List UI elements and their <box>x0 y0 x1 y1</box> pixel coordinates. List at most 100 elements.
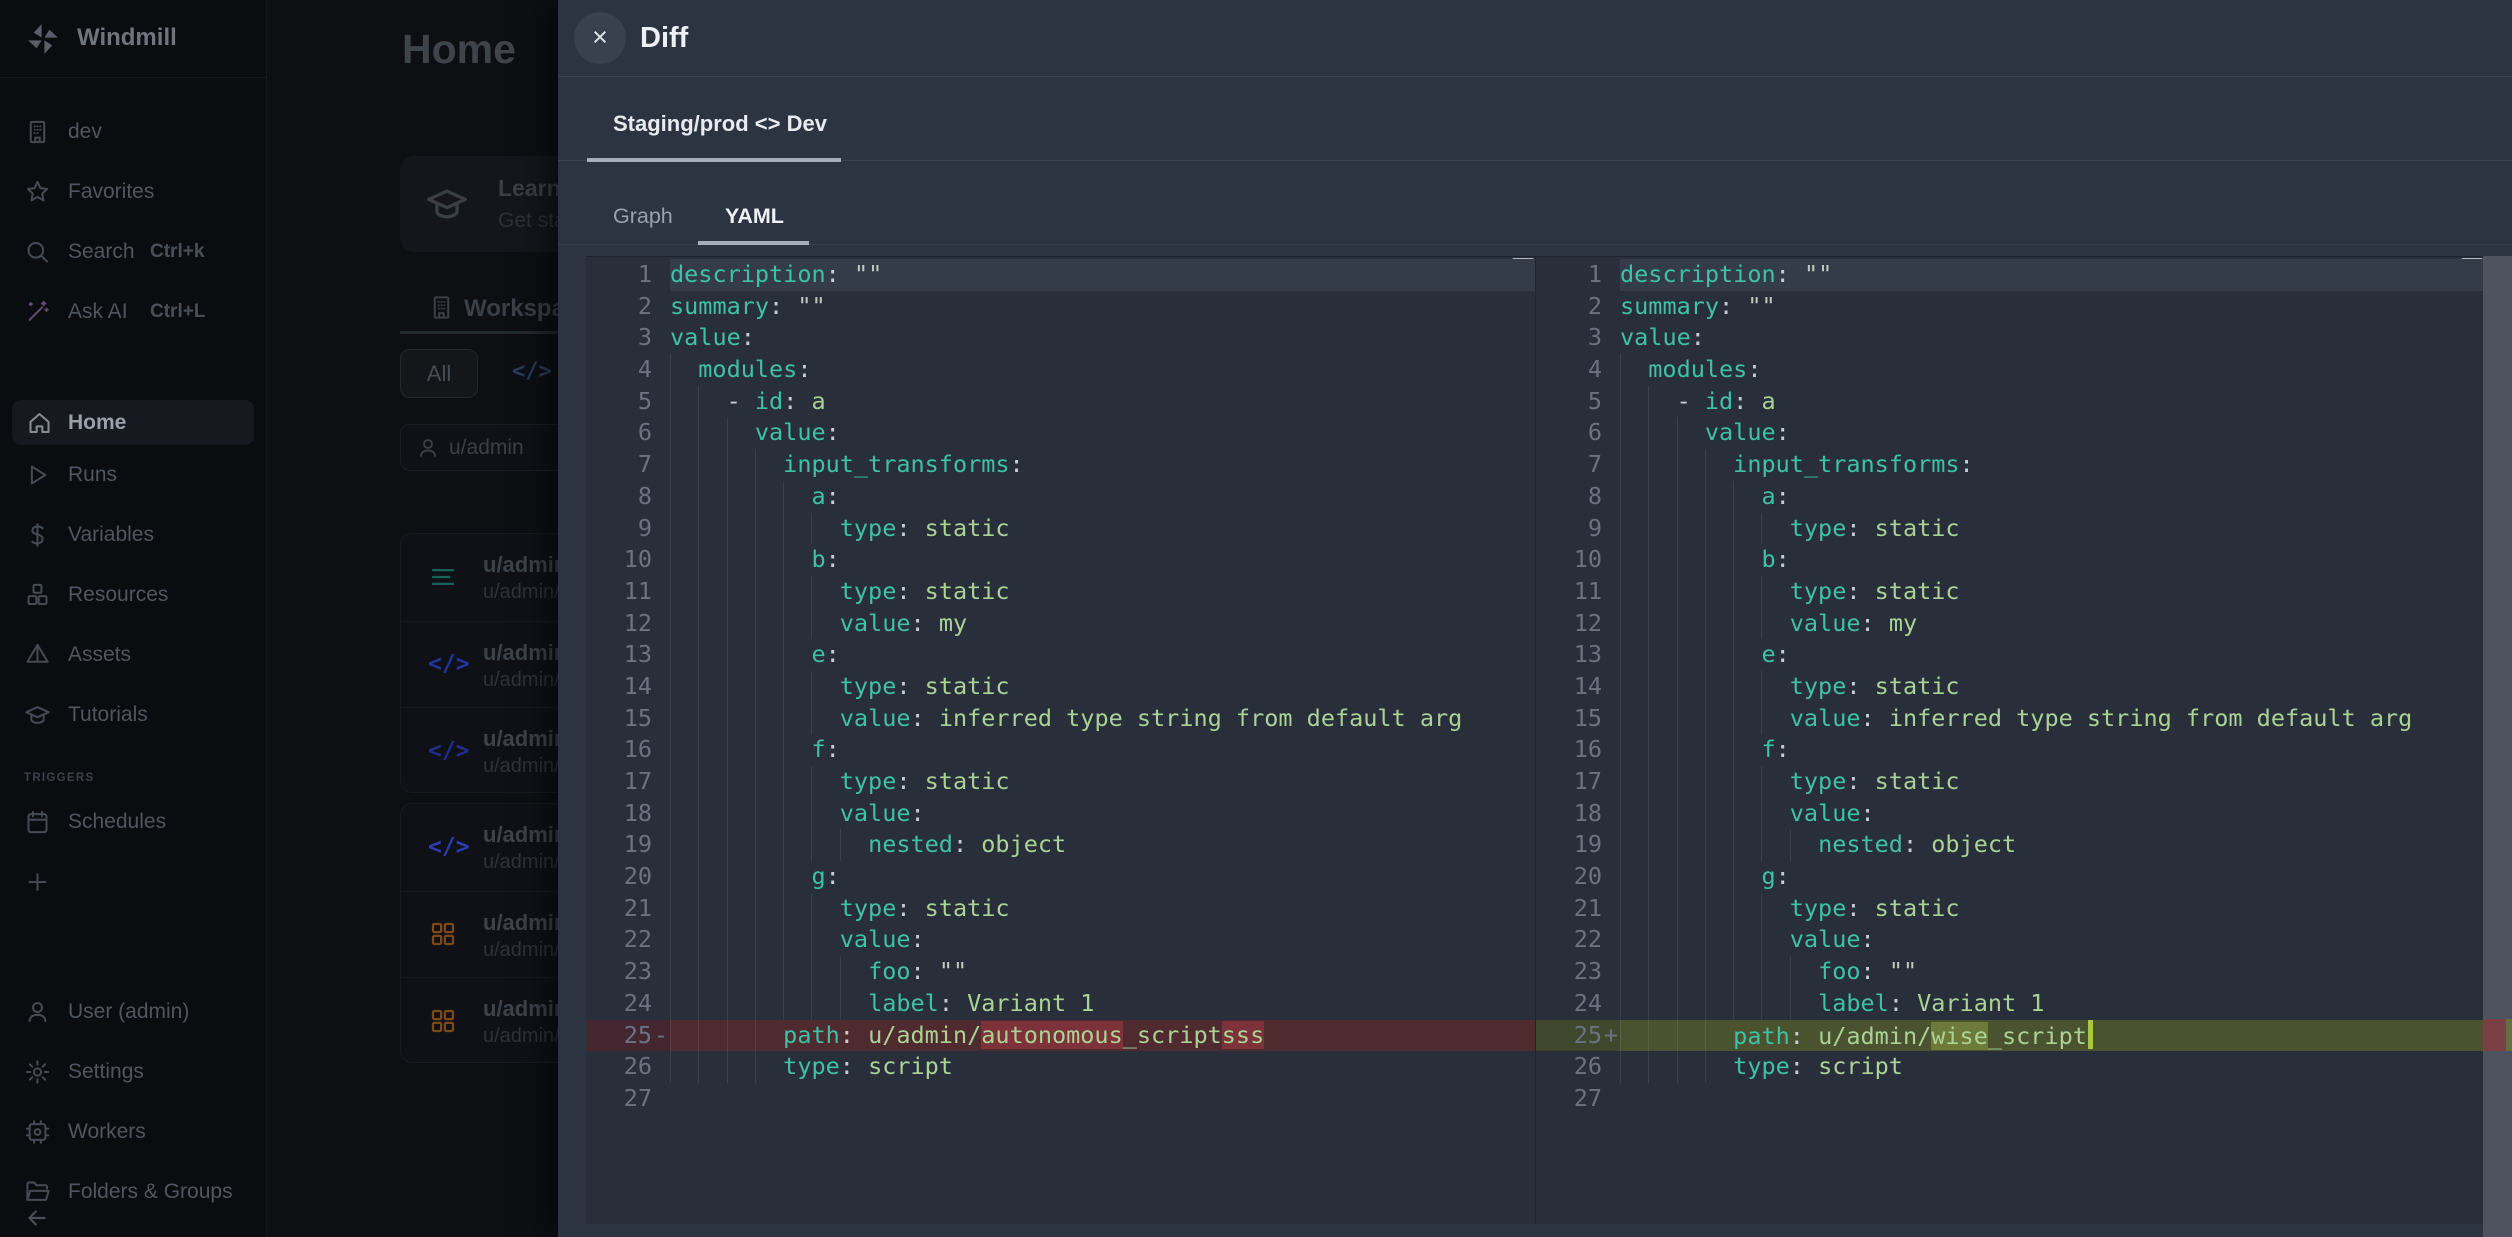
sidebar-item-variables[interactable]: Variables <box>0 505 266 565</box>
line-content: description: "" <box>670 259 1535 291</box>
diff-marker <box>1602 829 1620 861</box>
diff-marker <box>1602 671 1620 703</box>
sidebar-item-label: Resources <box>68 583 168 607</box>
line-number: 22 <box>1536 924 1602 956</box>
close-icon[interactable]: × <box>574 12 626 64</box>
line-number: 20 <box>1536 861 1602 893</box>
diff-pane-original[interactable]: 1description: ""2summary: ""3value:4modu… <box>586 257 1535 1224</box>
code-line-16: 16f: <box>586 734 1535 766</box>
line-number: 21 <box>586 893 652 925</box>
diff-marker <box>652 513 670 545</box>
line-number: 12 <box>1536 608 1602 640</box>
line-number: 23 <box>586 956 652 988</box>
diff-marker <box>652 386 670 418</box>
sidebar-item-workers[interactable]: Workers <box>0 1102 266 1162</box>
code-line-26: 26type: script <box>586 1051 1535 1083</box>
building-icon <box>428 294 455 321</box>
code-line-17: 17type: static <box>586 766 1535 798</box>
line-number: 24 <box>586 988 652 1020</box>
diff-marker <box>1602 734 1620 766</box>
sidebar-item-runs[interactable]: Runs <box>0 445 266 505</box>
code-line-9: 9type: static <box>586 513 1535 545</box>
line-content: description: "" <box>1620 259 2483 291</box>
sidebar-bottom-group: User (admin)SettingsWorkersFolders & Gro… <box>0 982 266 1222</box>
code-line-1: 1 description: "" <box>1536 259 2483 291</box>
shortcut-hint: Ctrl+L <box>150 301 205 323</box>
sidebar-workspace-group: Home Runs Variables Resources AssetsTutorial… <box>0 400 266 745</box>
code-line-9: 9type: static <box>1536 513 2483 545</box>
diff-overview-ruler[interactable] <box>2483 256 2512 1237</box>
person-icon <box>416 436 440 460</box>
diff-marker <box>1602 481 1620 513</box>
sidebar-item-schedules[interactable]: Schedules <box>0 792 266 852</box>
drawer-header: × Diff <box>558 0 2512 77</box>
item-path: u/admin/s <box>483 1025 570 1048</box>
tab-yaml[interactable]: YAML <box>725 204 784 229</box>
sidebar-item-label: Runs <box>68 463 117 487</box>
owner-filter-label: u/admin <box>449 436 524 460</box>
sidebar-item-home[interactable]: Home <box>12 400 254 445</box>
sidebar-item-label: Home <box>68 411 126 435</box>
line-content: type: static <box>1620 766 2483 798</box>
line-number: 13 <box>1536 639 1602 671</box>
calendar-icon <box>24 809 51 836</box>
diff-drawer: × Diff Staging/prod <> Dev Graph YAML 1d… <box>558 0 2512 1237</box>
code-line-25: 25-path: u/admin/autonomous_scriptsss <box>586 1020 1535 1052</box>
sidebar-item-favorites[interactable]: Favorites <box>0 162 266 222</box>
code-line-2: 2summary: "" <box>586 291 1535 323</box>
sidebar-item-resources[interactable]: Resources <box>0 565 266 625</box>
gear-icon <box>24 1059 51 1086</box>
sidebar-item-label: Schedules <box>68 810 166 834</box>
line-content: foo: "" <box>1620 956 2483 988</box>
diff-marker <box>1602 259 1620 291</box>
code-line-1: 1description: "" <box>586 259 1535 291</box>
diff-marker <box>652 291 670 323</box>
diff-marker <box>1602 1051 1620 1083</box>
line-content: type: static <box>670 671 1535 703</box>
diff-marker <box>1602 354 1620 386</box>
line-number: 5 <box>586 386 652 418</box>
line-content: e: <box>1620 639 2483 671</box>
shortcut-hint: Ctrl+k <box>150 241 204 263</box>
sidebar-item-label: Search <box>68 240 135 264</box>
sidebar-item-label: User (admin) <box>68 1000 189 1024</box>
sidebar-item-tutorials[interactable]: Tutorials <box>0 685 266 745</box>
code-line-22: 22value: <box>1536 924 2483 956</box>
overview-inserted-mark <box>2506 1019 2512 1051</box>
line-content: type: static <box>1620 671 2483 703</box>
line-number: 12 <box>586 608 652 640</box>
line-content: label: Variant 1 <box>1620 988 2483 1020</box>
line-number: 11 <box>1536 576 1602 608</box>
sidebar-item-search[interactable]: Search Ctrl+k <box>0 222 266 282</box>
line-content: value: inferred type string from default… <box>1620 703 2483 735</box>
item-title: u/admin <box>483 552 567 578</box>
tab-staging-prod-dev[interactable]: Staging/prod <> Dev <box>613 111 827 137</box>
line-number: 25 <box>586 1020 652 1052</box>
tab-graph[interactable]: Graph <box>613 204 673 229</box>
sidebar-item-settings[interactable]: Settings <box>0 1042 266 1102</box>
diff-marker <box>1602 417 1620 449</box>
line-number: 7 <box>1536 449 1602 481</box>
line-number: 8 <box>586 481 652 513</box>
code-line-4: 4modules: <box>586 354 1535 386</box>
filter-all-button[interactable]: All <box>400 349 478 398</box>
line-number: 1 <box>1536 259 1602 291</box>
line-content: value: inferred type string from default… <box>670 703 1535 735</box>
sidebar-item-assets[interactable]: Assets <box>0 625 266 685</box>
line-number: 19 <box>1536 829 1602 861</box>
line-content: value: <box>1620 322 2483 354</box>
diff-pane-modified[interactable]: 1description: ""2summary: ""3value:4modu… <box>1535 257 2483 1224</box>
sidebar-item-ask-ai[interactable]: Ask AICtrl+L <box>0 282 266 342</box>
collapse-sidebar-icon[interactable] <box>24 1205 50 1231</box>
line-number: 8 <box>1536 481 1602 513</box>
line-content <box>670 1083 1535 1115</box>
sidebar-item-add-trigger[interactable] <box>0 852 266 912</box>
sidebar-item-dev[interactable]: dev <box>0 102 266 162</box>
folder-icon <box>24 1179 51 1206</box>
sidebar-item-user[interactable]: User (admin) <box>0 982 266 1042</box>
line-number: 15 <box>1536 703 1602 735</box>
line-content: label: Variant 1 <box>670 988 1535 1020</box>
graduation-cap-icon <box>425 182 469 226</box>
code-line-8: 8a: <box>1536 481 2483 513</box>
line-content: value: <box>1620 798 2483 830</box>
